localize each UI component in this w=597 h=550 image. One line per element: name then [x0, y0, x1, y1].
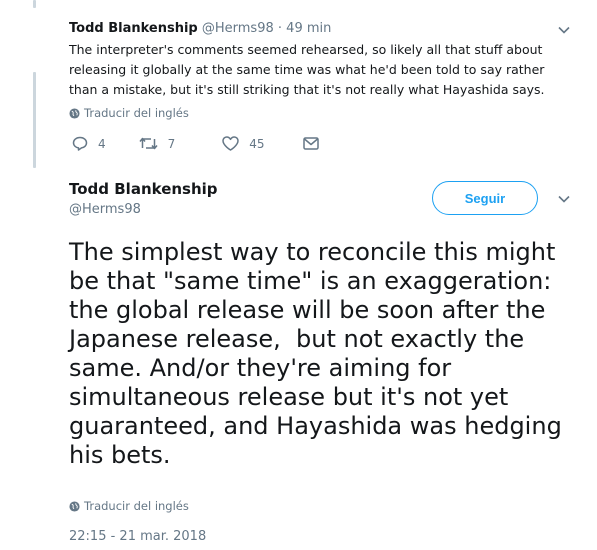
author-name[interactable]: Todd Blankenship: [69, 21, 198, 36]
translate-label: Traducir del inglés: [84, 499, 189, 513]
chevron-down-icon[interactable]: [558, 195, 570, 203]
tweet-actions: 4 7 45: [72, 136, 319, 151]
tweet-header: Todd Blankenship @Herms98 · 49 min: [69, 20, 579, 38]
globe-icon: [69, 500, 80, 512]
retweet-button[interactable]: 7: [139, 136, 176, 151]
retweet-icon: [139, 137, 158, 150]
author-name[interactable]: Todd Blankenship: [69, 180, 218, 198]
chevron-down-icon[interactable]: [558, 26, 570, 34]
translate-link[interactable]: Traducir del inglés: [69, 106, 579, 120]
author-handle[interactable]: @Herms98: [202, 21, 274, 36]
follow-button[interactable]: Seguir: [432, 181, 538, 215]
tweet-timestamp[interactable]: 22:15 - 21 mar. 2018: [69, 529, 206, 544]
globe-icon: [69, 107, 80, 119]
translate-label: Traducir del inglés: [84, 106, 189, 120]
retweet-count: 7: [167, 136, 176, 151]
like-count: 45: [249, 136, 265, 151]
tweet-text: The simplest way to reconcile this might…: [69, 238, 570, 469]
parent-tweet[interactable]: Todd Blankenship @Herms98 · 49 min The i…: [69, 20, 579, 120]
reply-button[interactable]: 4: [72, 136, 106, 151]
tweet-text: The interpreter's comments seemed rehear…: [69, 42, 545, 97]
author-handle[interactable]: @Herms98: [69, 202, 141, 217]
like-icon: [222, 136, 240, 151]
like-button[interactable]: 45: [222, 136, 265, 151]
message-icon: [302, 137, 319, 150]
direct-message-button[interactable]: [302, 137, 319, 150]
translate-link[interactable]: Traducir del inglés: [69, 499, 189, 513]
thread-line-top: [33, 0, 36, 8]
reply-count: 4: [98, 136, 106, 151]
separator: ·: [277, 21, 283, 36]
thread-line: [33, 72, 36, 168]
reply-icon: [72, 136, 88, 151]
tweet-time[interactable]: 49 min: [286, 21, 331, 36]
